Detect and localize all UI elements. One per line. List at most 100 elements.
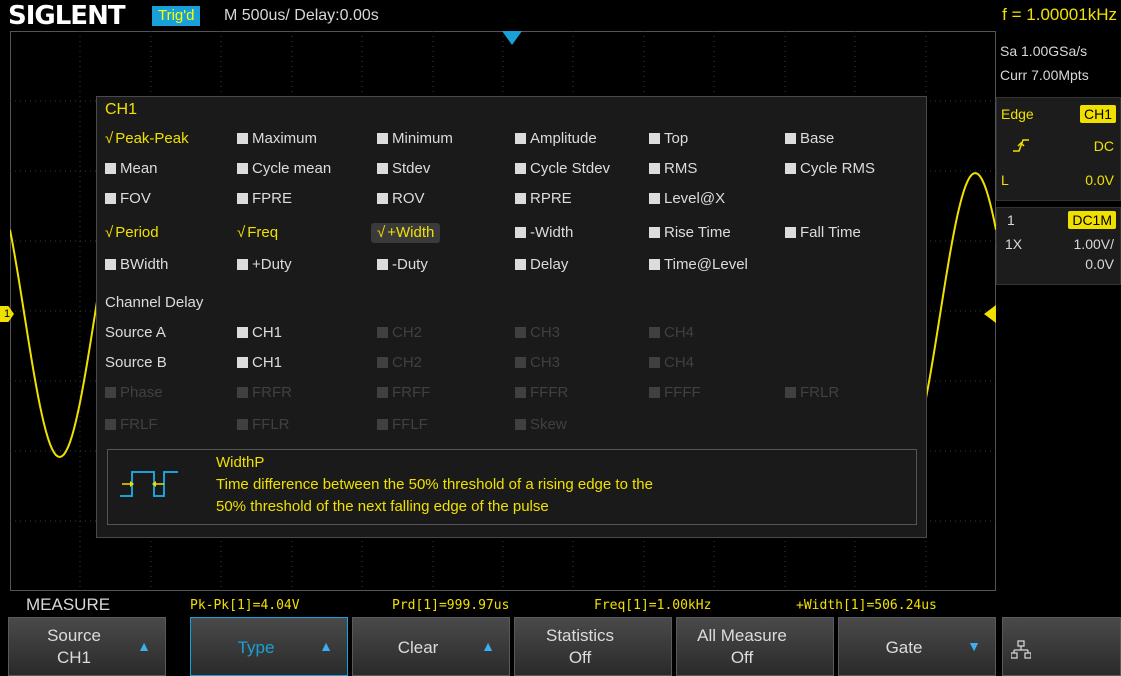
source-option: CH3 <box>515 323 560 343</box>
checkbox-icon <box>649 327 660 338</box>
checkbox-icon <box>515 387 526 398</box>
delay-measure-item: Skew <box>515 415 567 435</box>
measure-result-period: Prd[1]=999.97us <box>392 598 510 613</box>
measure-item[interactable]: √ Freq <box>237 223 278 243</box>
measure-item[interactable]: Delay <box>515 255 568 275</box>
softkey-value: CH1 <box>56 648 91 667</box>
delay-measure-label: Skew <box>530 416 567 433</box>
measure-item[interactable]: FPRE <box>237 189 292 209</box>
measure-item[interactable]: Maximum <box>237 129 317 149</box>
measure-item-label: Time@Level <box>664 256 748 273</box>
measure-item[interactable]: -Width <box>515 223 573 243</box>
gate-softkey[interactable]: Gate ▼ <box>838 617 996 676</box>
source-option[interactable]: CH1 <box>237 353 282 373</box>
network-icon <box>1011 640 1031 659</box>
all-measure-softkey[interactable]: All Measure Off <box>676 617 834 676</box>
measure-item[interactable]: Cycle RMS <box>785 159 875 179</box>
measure-item-label: RMS <box>664 160 698 177</box>
source-option-label: CH4 <box>664 354 695 371</box>
measure-item[interactable]: Cycle Stdev <box>515 159 610 179</box>
source-option-label: CH2 <box>392 324 423 341</box>
measure-item[interactable]: √ +Width <box>371 223 441 243</box>
measure-item-label: Cycle mean <box>252 160 332 177</box>
measure-item[interactable]: +Duty <box>237 255 292 275</box>
delay-measure-label: Phase <box>120 384 163 401</box>
measure-item-label: Peak-Peak <box>115 130 189 147</box>
top-status-bar: SIGLENT Trig'd M 500us/ Delay:0.00s f = … <box>0 0 1121 31</box>
checkbox-icon <box>649 259 660 270</box>
measure-item[interactable]: Top <box>649 129 688 149</box>
source-option: CH2 <box>377 353 422 373</box>
delay-measure-item: Phase <box>105 383 163 403</box>
source-softkey[interactable]: Source CH1 ▲ <box>8 617 166 676</box>
measure-item-label: Top <box>664 130 689 147</box>
measure-item[interactable]: Amplitude <box>515 129 597 149</box>
measure-item[interactable]: -Duty <box>377 255 428 275</box>
channel-delay-label: Channel Delay <box>105 294 204 311</box>
measure-item-label: ROV <box>392 190 425 207</box>
softkey-label: Statistics <box>545 626 615 645</box>
measure-item[interactable]: RMS <box>649 159 697 179</box>
measure-item[interactable]: RPRE <box>515 189 572 209</box>
checkmark-icon: √ <box>377 224 386 241</box>
up-arrow-icon: ▲ <box>137 638 151 654</box>
channel-offset: 0.0V <box>1085 256 1114 272</box>
checkbox-icon <box>237 259 248 270</box>
measure-item[interactable]: Rise Time <box>649 223 731 243</box>
info-line-2: 50% threshold of the next falling edge o… <box>216 498 549 515</box>
network-softkey[interactable] <box>1002 617 1121 676</box>
measure-item[interactable]: FOV <box>105 189 151 209</box>
measure-item-label: -Duty <box>392 256 428 273</box>
up-arrow-icon: ▲ <box>481 638 495 654</box>
measure-item-label: Minimum <box>392 130 453 147</box>
measure-item-label: Stdev <box>392 160 431 177</box>
checkbox-icon <box>515 193 526 204</box>
source-option: CH3 <box>515 353 560 373</box>
measure-item[interactable]: Mean <box>105 159 158 179</box>
checkbox-icon <box>237 193 248 204</box>
measure-item[interactable]: Fall Time <box>785 223 861 243</box>
measure-item-label: Maximum <box>252 130 318 147</box>
checkbox-icon <box>649 163 660 174</box>
measure-item[interactable]: Stdev <box>377 159 430 179</box>
measure-item[interactable]: ROV <box>377 189 425 209</box>
channel1-panel[interactable]: 1 DC1M 1X 1.00V/ 0.0V <box>996 207 1121 285</box>
measure-item[interactable]: Cycle mean <box>237 159 331 179</box>
softkey-label: Type <box>237 638 275 657</box>
type-softkey[interactable]: Type ▲ <box>190 617 348 676</box>
softkey-label: All Measure <box>697 626 787 645</box>
checkbox-icon <box>649 133 660 144</box>
checkbox-icon <box>649 227 660 238</box>
dialog-title: CH1 <box>105 101 138 118</box>
trigger-level-marker[interactable] <box>984 305 996 323</box>
source-option[interactable]: CH1 <box>237 323 282 343</box>
measure-label: MEASURE <box>26 595 111 614</box>
rising-edge-icon <box>1013 139 1029 152</box>
trigger-position-marker[interactable] <box>502 31 522 45</box>
measure-result-freq: Freq[1]=1.00kHz <box>594 598 712 613</box>
trigger-panel[interactable]: Edge CH1 DC L 0.0V <box>996 97 1121 201</box>
measure-item[interactable]: Base <box>785 129 834 149</box>
measure-item-label: RPRE <box>530 190 572 207</box>
measure-item-label: Fall Time <box>800 224 861 241</box>
source-a-label: Source A <box>105 324 166 341</box>
measure-item[interactable]: √ Period <box>105 223 159 243</box>
delay-measure-item: FRLF <box>105 415 158 435</box>
measure-item[interactable]: Time@Level <box>649 255 748 275</box>
probe-ratio: 1X <box>1005 236 1023 252</box>
delay-measure-item: FFLF <box>377 415 428 435</box>
measure-item[interactable]: √ Peak-Peak <box>105 129 189 149</box>
measure-item[interactable]: Level@X <box>649 189 725 209</box>
checkbox-icon <box>237 357 248 368</box>
measure-item-label: Amplitude <box>530 130 597 147</box>
measure-item[interactable]: Minimum <box>377 129 453 149</box>
measure-item[interactable]: BWidth <box>105 255 168 275</box>
source-option-label: CH2 <box>392 354 423 371</box>
up-arrow-icon: ▲ <box>319 638 333 654</box>
statistics-softkey[interactable]: Statistics Off <box>514 617 672 676</box>
delay-measure-label: FFLR <box>252 416 290 433</box>
clear-softkey[interactable]: Clear ▲ <box>352 617 510 676</box>
info-line-1: Time difference between the 50% threshol… <box>216 476 653 493</box>
checkbox-icon <box>105 163 116 174</box>
delay-measure-label: FRLR <box>800 384 840 401</box>
